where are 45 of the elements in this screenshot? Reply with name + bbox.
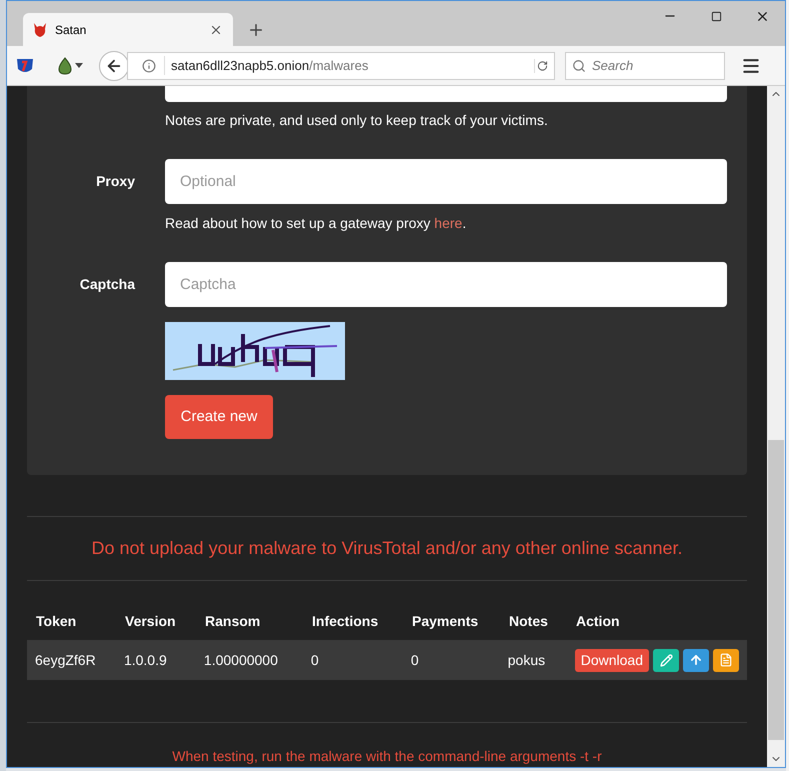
table-cell: 1.00000000: [204, 652, 278, 668]
table-cell: 6eygZf6R: [35, 652, 96, 668]
here-link[interactable]: here: [434, 215, 462, 231]
help-text: Read about how to set up a gateway proxy here.: [165, 214, 468, 233]
column-header: Notes: [509, 612, 548, 629]
maximize-icon[interactable]: [710, 10, 722, 22]
pencil-icon: [660, 654, 672, 667]
column-header: Infections: [312, 612, 378, 629]
table-cell: pokus: [508, 652, 546, 668]
scrollbar[interactable]: [767, 86, 785, 767]
search-field[interactable]: Search: [565, 52, 725, 80]
input-field[interactable]: Optional: [165, 159, 727, 204]
caret-icon[interactable]: [75, 63, 83, 68]
table-cell: 0: [410, 652, 419, 668]
reload-icon[interactable]: [534, 58, 548, 72]
column-header: Ransom: [205, 612, 260, 629]
url-text: satan6dll23napb5.onion/malwares: [164, 56, 526, 76]
warning-text: Do not upload your malware to VirusTotal and/or any other online scanner.: [90, 536, 684, 560]
footer-text: When testing, run the malware with the command-line arguments -t -r: [171, 747, 603, 766]
notes-button[interactable]: [713, 648, 739, 672]
column-header: Version: [125, 612, 176, 629]
create-new-button[interactable]: Create new: [165, 395, 273, 439]
input-field[interactable]: Captcha: [165, 262, 727, 307]
address-bar[interactable]: satan6dll23napb5.onion/malwares: [127, 52, 555, 80]
browser-tab[interactable]: Satan: [23, 13, 233, 46]
download-button[interactable]: Download: [574, 648, 649, 672]
search-icon: [572, 58, 586, 72]
shield-icon[interactable]: [15, 56, 35, 74]
field-label: Captcha: [80, 275, 135, 294]
notes-field[interactable]: [165, 86, 727, 102]
table-cell: 1.0.0.9: [124, 652, 167, 668]
column-header: Token: [36, 612, 76, 629]
notes-help-text: Notes are private, and used only to keep track of your victims.: [165, 111, 549, 130]
new-tab-icon[interactable]: [247, 21, 265, 39]
column-header: Payments: [412, 612, 478, 629]
document-icon: [719, 653, 733, 668]
edit-button[interactable]: [653, 648, 679, 672]
devil-icon: [33, 22, 47, 38]
tab-title: Satan: [55, 22, 88, 38]
column-header: Action: [576, 612, 620, 629]
upload-button[interactable]: [683, 648, 709, 672]
field-label: Proxy: [96, 172, 135, 191]
back-button[interactable]: [99, 50, 129, 80]
table-cell: 0: [310, 652, 319, 668]
info-icon[interactable]: [142, 58, 156, 72]
